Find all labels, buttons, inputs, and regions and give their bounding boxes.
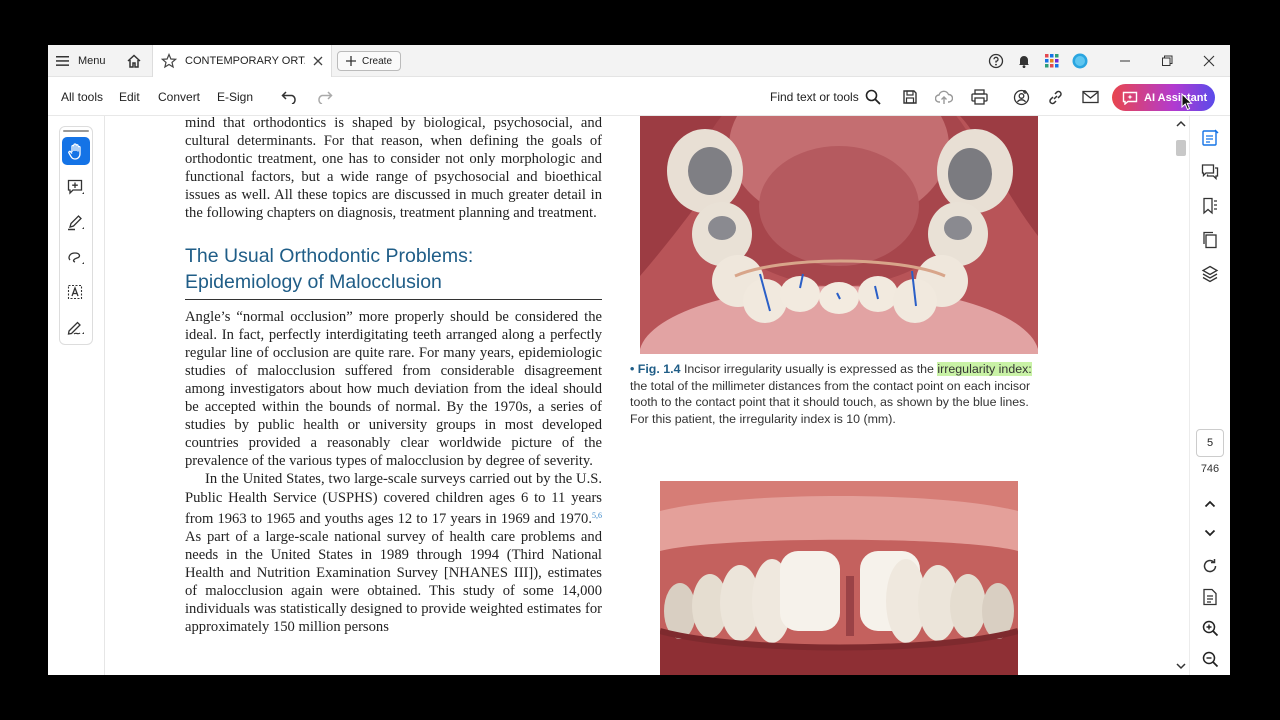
heading-line-1: The Usual Orthodontic Problems: [185,244,474,267]
print-icon[interactable] [964,78,994,116]
right-panel-rail: 5 746 [1189,116,1230,675]
find-text-tools[interactable]: Find text or tools [770,78,881,116]
undo-icon[interactable] [275,78,305,116]
scroll-thumb[interactable] [1176,140,1186,156]
minimize-icon[interactable] [1104,45,1146,77]
close-tab-icon[interactable] [313,56,323,66]
find-text-label: Find text or tools [770,90,859,104]
home-icon [126,53,142,69]
redo-icon[interactable] [309,78,339,116]
text-select-icon[interactable] [62,278,90,306]
mouse-cursor-icon [1181,93,1193,111]
avatar[interactable] [1066,45,1094,77]
surveys-text-b: As part of a large-scale national survey… [185,528,602,636]
figure-caption: • Fig. 1.4 Incisor irregularity usually … [630,361,1050,427]
hand-tool-icon[interactable] [62,137,90,165]
quick-tools-rail [59,126,93,345]
scroll-down-icon[interactable] [1176,662,1186,670]
search-icon [865,89,881,105]
sign-pen-icon[interactable] [62,313,90,341]
vertical-scrollbar[interactable] [1174,116,1188,675]
document-tab[interactable]: CONTEMPORARY ORT... [152,45,332,77]
convert-button[interactable]: Convert [158,78,200,116]
menu-button[interactable]: Menu [56,45,106,77]
document-view[interactable]: mind that orthodontics is shaped by biol… [105,116,1116,675]
add-comment-icon[interactable] [62,173,90,201]
previous-page-icon[interactable] [1198,492,1222,516]
bell-icon[interactable] [1010,45,1038,77]
rail-grip[interactable] [63,130,89,132]
ai-assistant-button[interactable]: AI Assistant [1112,84,1215,111]
caption-bullet: • [630,362,635,376]
surveys-text-a: In the United States, two large-scale su… [185,471,602,527]
create-button[interactable]: Create [337,51,402,71]
star-icon[interactable] [161,53,177,69]
refresh-icon[interactable] [1198,554,1222,578]
figure-1-5-photo [660,481,1018,675]
apps-grid-icon[interactable] [1038,45,1066,77]
acrobat-window: Menu CONTEMPORARY ORT... Create All tool… [48,45,1230,675]
scroll-up-icon[interactable] [1176,120,1186,128]
share-user-icon[interactable] [1006,78,1036,116]
figure-label: Fig. 1.4 [637,362,681,376]
section-heading: The Usual Orthodontic Problems: Epidemio… [185,243,602,300]
total-pages: 746 [1200,463,1220,475]
zoom-out-icon[interactable] [1198,647,1222,671]
paragraph-angle: Angle’s “normal occlusion” more properly… [185,308,602,470]
ai-assistant-label: AI Assistant [1144,91,1208,104]
bookmarks-icon[interactable] [1198,194,1222,218]
paragraph-intro: mind that orthodontics is shaped by biol… [185,116,602,222]
heading-line-2: Epidemiology of Malocclusion [185,270,442,293]
current-page-input[interactable]: 5 [1196,429,1224,457]
save-icon[interactable] [895,78,925,116]
draw-freeform-icon[interactable] [62,243,90,271]
left-tools-panel [48,116,105,675]
home-button[interactable] [122,45,146,77]
link-icon[interactable] [1040,78,1070,116]
restore-icon[interactable] [1146,45,1188,77]
highlighted-term[interactable]: irregularity index: [937,362,1032,376]
all-tools-button[interactable]: All tools [61,78,103,116]
plus-icon [346,56,356,66]
layers-icon[interactable] [1198,262,1222,286]
toolbar: All tools Edit Convert E-Sign Find text … [48,78,1230,116]
tab-title: CONTEMPORARY ORT... [185,55,305,67]
menu-label: Menu [78,55,106,67]
edit-button[interactable]: Edit [119,78,140,116]
close-window-icon[interactable] [1188,45,1230,77]
help-icon[interactable] [982,45,1010,77]
caption-text-b: the total of the millimeter distances fr… [630,378,1031,426]
page-scan-icon[interactable] [1198,585,1222,609]
ai-assistant-icon [1122,91,1138,105]
highlight-pen-icon[interactable] [62,208,90,236]
cloud-upload-icon[interactable] [929,78,959,116]
next-page-icon[interactable] [1198,521,1222,545]
figure-1-4-photo [640,116,1038,354]
reference-link[interactable]: 5,6 [592,511,602,520]
pages-icon[interactable] [1198,228,1222,252]
hamburger-icon [56,55,70,67]
create-label: Create [362,55,393,67]
titlebar-right [982,45,1230,77]
paragraph-surveys: In the United States, two large-scale su… [185,470,602,636]
page-text-column: mind that orthodontics is shaped by biol… [185,116,602,636]
comments-icon[interactable] [1198,160,1222,184]
zoom-in-icon[interactable] [1198,616,1222,640]
edit-pdf-icon[interactable] [1198,126,1222,150]
title-bar: Menu CONTEMPORARY ORT... Create [48,45,1230,77]
email-icon[interactable] [1075,78,1105,116]
caption-text-a: Incisor irregularity usually is expresse… [683,362,938,376]
esign-button[interactable]: E-Sign [217,78,253,116]
